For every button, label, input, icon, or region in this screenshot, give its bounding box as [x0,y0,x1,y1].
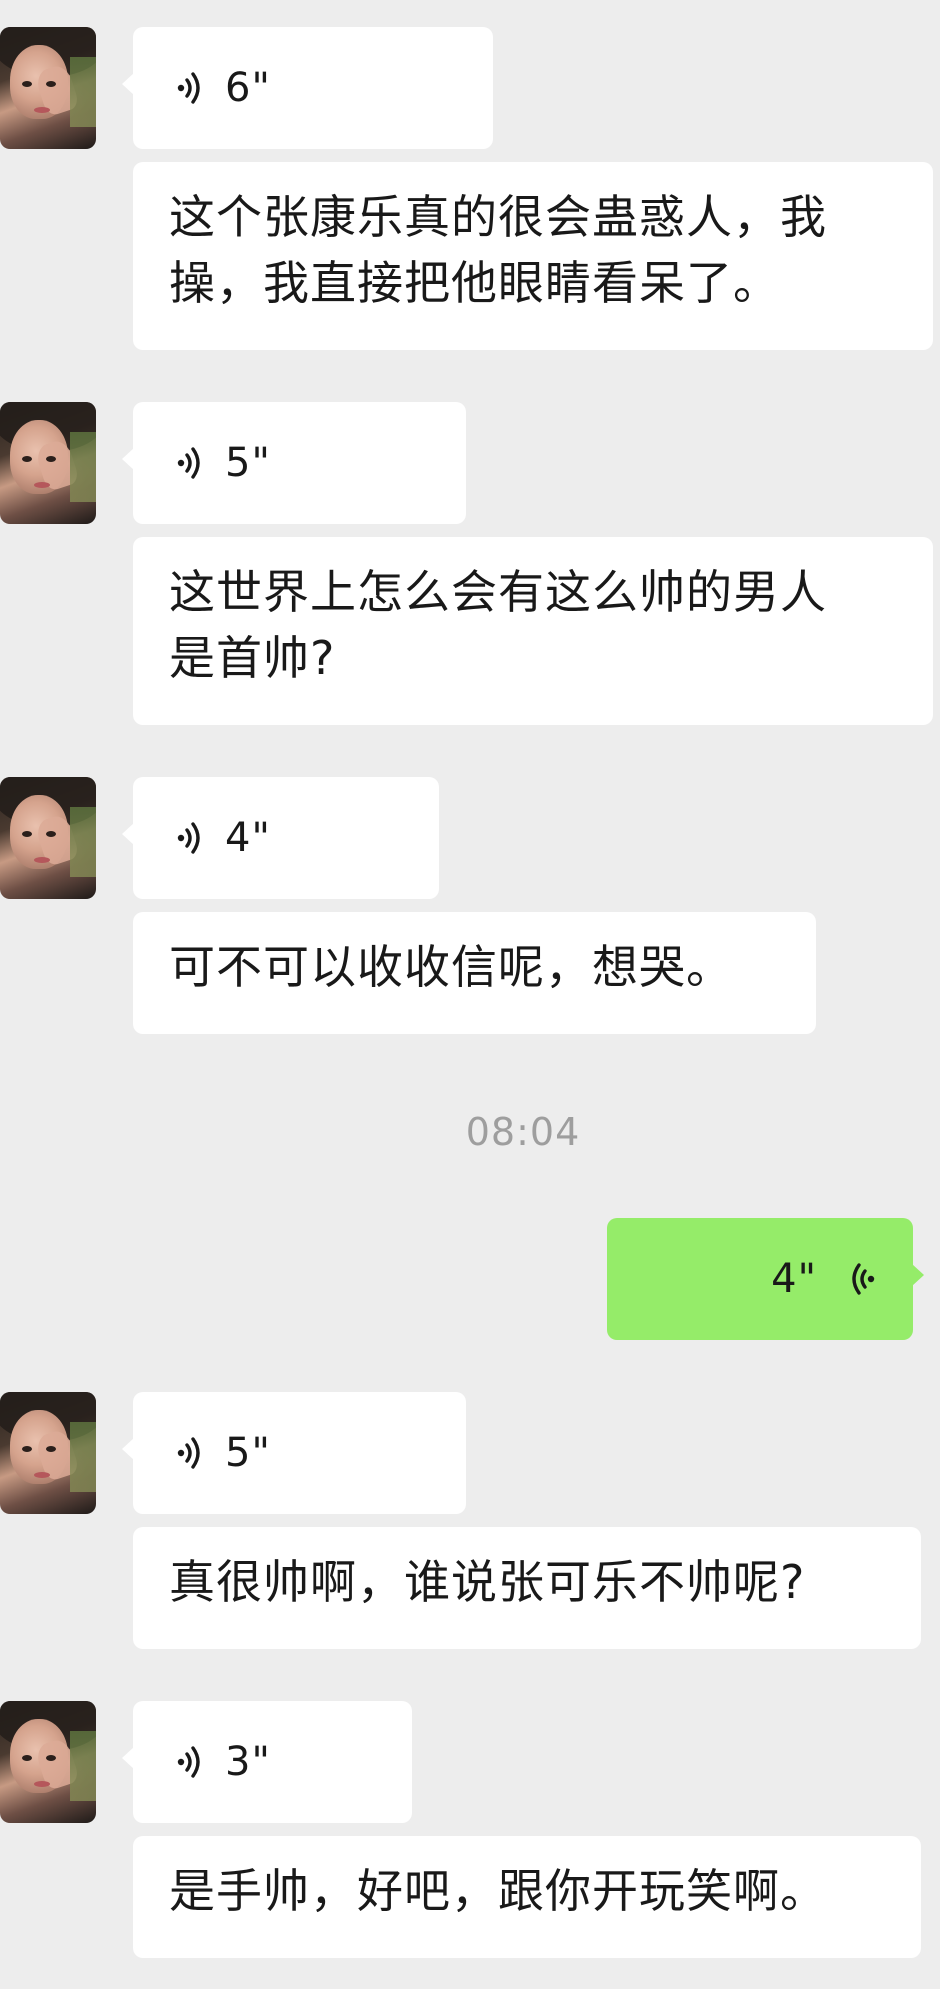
voice-message-bubble[interactable]: 3" [122,1701,412,1823]
contact-avatar[interactable] [0,1392,96,1514]
message-text: 真很帅啊，谁说张可乐不帅呢? [169,1555,806,1609]
contact-avatar[interactable] [0,777,96,899]
voice-wave-icon [177,822,200,854]
voice-message-bubble[interactable]: 6" [122,27,493,149]
contact-avatar[interactable] [0,402,96,524]
text-message-bubble[interactable]: 这个张康乐真的很会蛊惑人，我 操，我直接把他眼睛看呆了。 [133,162,933,350]
contact-avatar[interactable] [0,1701,96,1823]
message-text: 这世界上怎么会有这么帅的男人 是首帅? [169,565,827,685]
text-message-bubble[interactable]: 这世界上怎么会有这么帅的男人 是首帅? [133,537,933,725]
message-text: 是手帅，好吧，跟你开玩笑啊。 [169,1864,827,1918]
voice-message-bubble[interactable]: 5" [122,1392,466,1514]
voice-message-bubble[interactable]: 4" [122,777,439,899]
voice-wave-icon [177,72,200,104]
voice-wave-icon [177,1437,200,1469]
chat-timestamp: 08:04 [465,1110,581,1154]
voice-duration: 6" [225,65,271,111]
voice-wave-icon [177,447,200,479]
text-message-bubble[interactable]: 是手帅，好吧，跟你开玩笑啊。 [133,1836,921,1958]
voice-duration: 3" [225,1739,271,1785]
text-message-bubble[interactable]: 可不可以收收信呢，想哭。 [133,912,816,1034]
voice-duration: 4" [771,1256,817,1302]
voice-duration: 5" [225,440,271,486]
voice-wave-icon [177,1746,200,1778]
message-text: 可不可以收收信呢，想哭。 [169,940,733,994]
voice-duration: 4" [225,815,271,861]
voice-wave-icon [852,1263,875,1295]
voice-message-bubble[interactable]: 5" [122,402,466,524]
contact-avatar[interactable] [0,27,96,149]
message-text: 这个张康乐真的很会蛊惑人，我 操，我直接把他眼睛看呆了。 [169,190,827,310]
voice-duration: 5" [225,1430,271,1476]
text-message-bubble[interactable]: 真很帅啊，谁说张可乐不帅呢? [133,1527,921,1649]
outgoing-voice-message-bubble[interactable]: 4" [607,1218,924,1340]
